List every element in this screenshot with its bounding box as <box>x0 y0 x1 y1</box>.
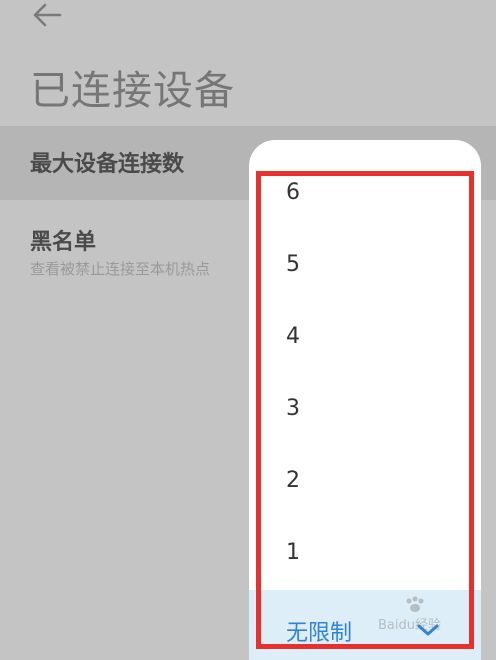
highlight-frame <box>256 171 474 649</box>
blacklist-label: 黑名单 <box>30 230 97 255</box>
blacklist-description: 查看被禁止连接至本机热点 <box>30 260 211 278</box>
page-title: 已连接设备 <box>30 68 235 114</box>
arrow-left-icon[interactable] <box>30 0 64 30</box>
max-connections-label: 最大设备连接数 <box>30 152 185 177</box>
